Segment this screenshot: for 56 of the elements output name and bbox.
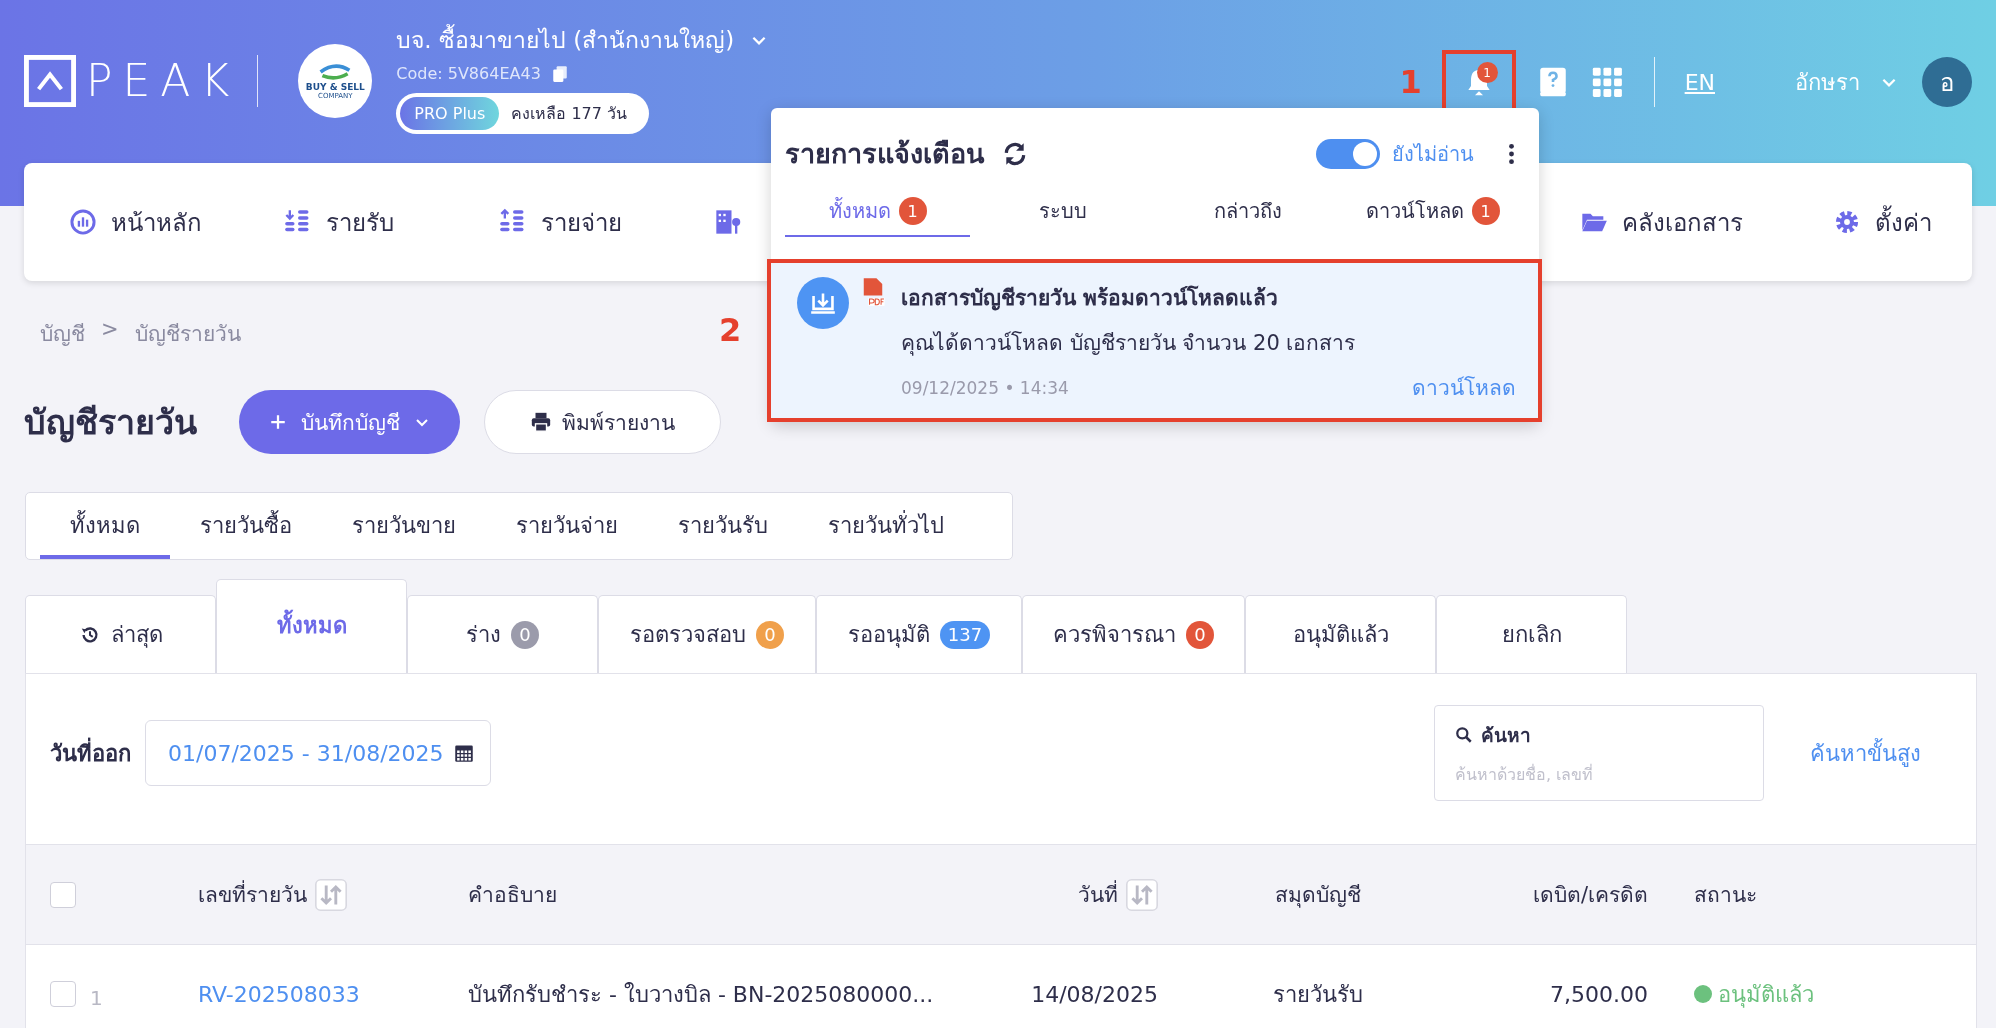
- breadcrumb-separator: >: [101, 317, 119, 343]
- notification-tab[interactable]: กล่าวถึง: [1155, 187, 1340, 237]
- status-text: อนุมัติแล้ว: [1718, 980, 1814, 1010]
- nav-item[interactable]: หน้าหลัก: [69, 202, 284, 242]
- row-index: 1: [90, 986, 103, 1010]
- page-title: บัญชีรายวัน: [24, 401, 197, 445]
- status-tab[interactable]: ควรพิจารณา 0: [1022, 595, 1245, 673]
- column-header: วันที่: [1078, 878, 1118, 911]
- status-tab[interactable]: อนุมัติแล้ว: [1245, 595, 1436, 673]
- table-cell-text: บันทึกรับชำระ - ใบวางบิล - BN-2025080000...: [468, 980, 934, 1009]
- unread-toggle-label: ยังไม่อ่าน: [1392, 140, 1474, 168]
- column-header: สมุดบัญชี: [1275, 882, 1361, 910]
- status-tab[interactable]: รออนุมัติ 137: [816, 595, 1022, 673]
- notification-tab[interactable]: ระบบ: [970, 187, 1155, 237]
- status-tab[interactable]: ยกเลิก: [1436, 595, 1627, 673]
- notification-tab[interactable]: ดาวน์โหลด 1: [1340, 187, 1525, 237]
- notification-panel-title: รายการแจ้งเตือน: [785, 137, 984, 171]
- date-filter-label: วันที่ออก: [50, 735, 131, 771]
- journal-tab[interactable]: รายวันรับ: [648, 493, 798, 559]
- brand-logo: PEAK: [86, 55, 240, 107]
- company-code: Code: 5V864EA43: [396, 64, 541, 83]
- journal-tab[interactable]: รายวันจ่าย: [486, 493, 648, 559]
- journal-tab[interactable]: ทั้งหมด: [40, 493, 170, 559]
- journal-tab[interactable]: รายวันทั่วไป: [798, 493, 974, 559]
- notification-title: เอกสารบัญชีรายวัน พร้อมดาวน์โหลดแล้ว: [901, 284, 1280, 313]
- plan-badge: PRO Plus: [400, 97, 500, 130]
- nav-item[interactable]: ตั้งค่า: [1833, 202, 1932, 242]
- user-avatar[interactable]: อ: [1922, 57, 1972, 107]
- table-cell-text: รายวันรับ: [1273, 980, 1363, 1009]
- search-field[interactable]: ค้นหา ค้นหาด้วยชื่อ, เลขที่: [1434, 705, 1764, 801]
- status-tab[interactable]: ล่าสุด: [25, 595, 216, 673]
- status-tab[interactable]: ร่าง 0: [407, 595, 598, 673]
- nav-item[interactable]: คลังเอกสาร: [1580, 202, 1743, 242]
- search-label: ค้นหา: [1481, 723, 1531, 748]
- annotation-number: 2: [719, 311, 742, 349]
- status-tab[interactable]: ทั้งหมด: [216, 579, 407, 673]
- column-header: คำอธิบาย: [468, 882, 557, 909]
- column-header: เลขที่รายวัน: [198, 878, 307, 911]
- print-report-button[interactable]: พิมพ์รายงาน: [484, 390, 721, 454]
- record-entry-button[interactable]: บันทึกบัญชี: [239, 390, 460, 454]
- nav-item[interactable]: รายรับ: [284, 202, 499, 242]
- table-cell: 14/08/2025: [1031, 981, 1158, 1007]
- column-header: เดบิต/เครดิต: [1532, 882, 1648, 909]
- annotation-number: 1: [1399, 63, 1422, 101]
- notification-count-badge: 1: [1476, 62, 1498, 83]
- journal-tab[interactable]: รายวันซื้อ: [170, 493, 322, 559]
- breadcrumb-item: บัญชีรายวัน: [134, 321, 241, 348]
- plan-remaining: คงเหลือ 177 วัน: [510, 103, 629, 125]
- journal-tab[interactable]: รายวันขาย: [322, 493, 486, 559]
- status-tab[interactable]: รอตรวจสอบ 0: [598, 595, 816, 673]
- notification-tab[interactable]: ทั้งหมด 1: [785, 187, 970, 237]
- notification-message: คุณได้ดาวน์โหลด บัญชีรายวัน จำนวน 20 เอกสาร: [901, 330, 1357, 358]
- nav-item[interactable]: รายจ่าย: [499, 202, 714, 242]
- column-header: สถานะ: [1694, 882, 1757, 909]
- table-cell: 7,500.00: [1550, 981, 1648, 1007]
- notification-time: 09/12/2025 • 14:34: [901, 377, 1069, 398]
